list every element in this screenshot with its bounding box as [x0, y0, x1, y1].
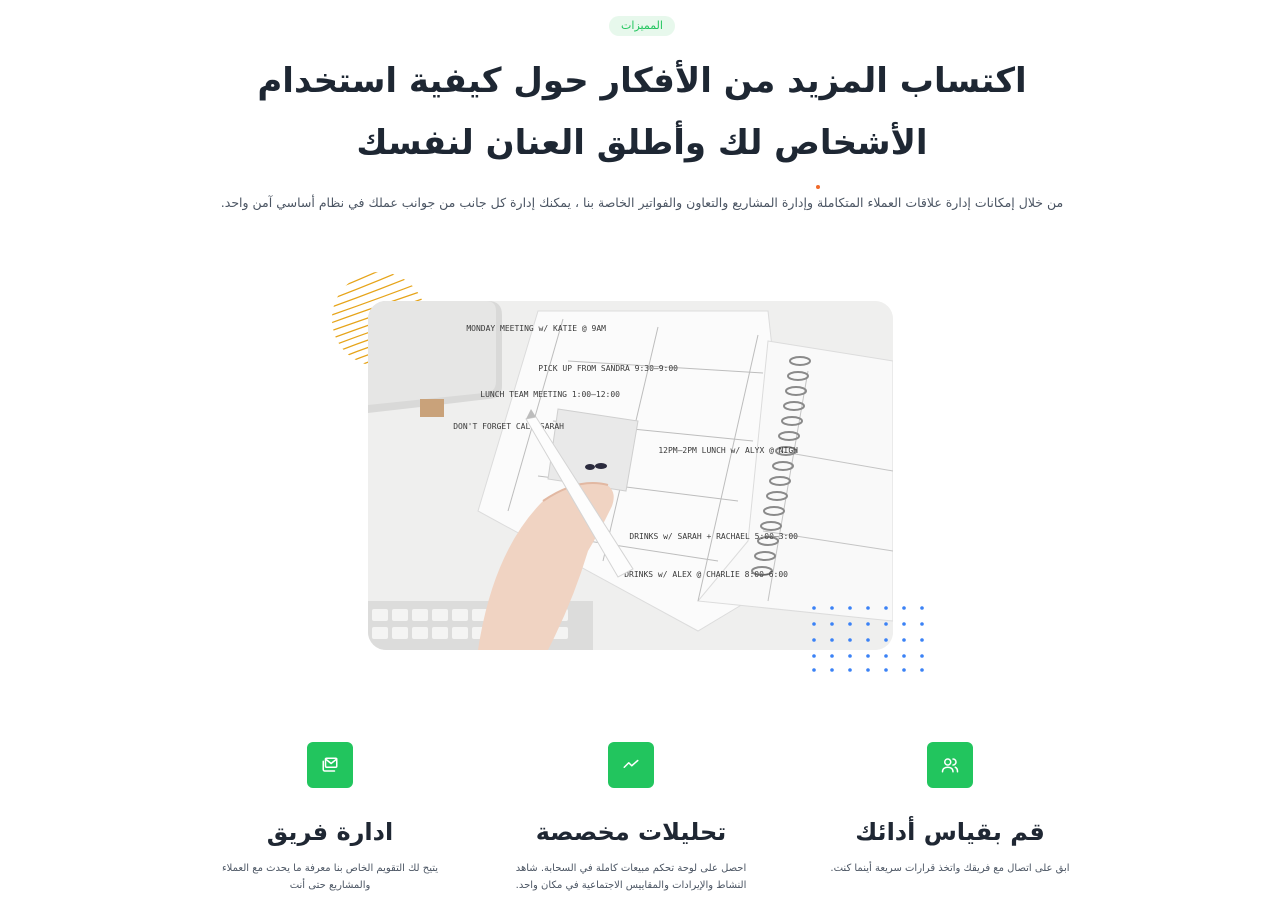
photo-note-monday: MONDAY MEETING w/ KATIE @ 9AM	[466, 324, 606, 333]
accent-dot	[816, 185, 820, 189]
feature-title: تحليلات مخصصة	[535, 818, 727, 846]
section-badge-wrap: المميزات	[0, 14, 1284, 36]
photo-note-lunch-alyx: 12PM–2PM LUNCH w/ ALYX @ NIGH	[658, 446, 798, 455]
mail-stack-icon	[307, 742, 353, 788]
feature-text: ابق على اتصال مع فريقك واتخذ قرارات سريع…	[830, 863, 1070, 874]
feature-title: ادارة فريق	[266, 818, 394, 846]
trend-line-icon	[608, 742, 654, 788]
features-row: قم بقياس أدائك ابق على اتصال مع فريقك وا…	[170, 742, 1114, 912]
feature-text: يتيح لك التقويم الخاص بنا معرفة ما يحدث …	[221, 863, 439, 891]
feature-card-analytics: تحليلات مخصصة احصل على لوحة تحكم مبيعات …	[481, 742, 781, 894]
feature-card-team: ادارة فريق يتيح لك التقويم الخاص بنا معر…	[180, 742, 480, 894]
users-icon	[927, 742, 973, 788]
photo-note-lunch: 12:00–1:00 LUNCH TEAM MEETING	[480, 390, 620, 399]
photo-note-drinks-alex: 6:00–8:00 DRINKS w/ ALEX @ CHARLIE	[624, 570, 788, 579]
photo-note-pickup: 9:00–9:30 PICK UP FROM SANDRA	[538, 364, 678, 373]
dot-grid-decoration	[812, 606, 924, 672]
planner-photo: MONDAY MEETING w/ KATIE @ 9AM 9:00–9:30 …	[368, 301, 893, 650]
section-subtitle: من خلال إمكانات إدارة علاقات العملاء الم…	[220, 195, 1064, 210]
photo-note-drinks-sarah: 3:00–5:00 DRINKS w/ SARAH + RACHAEL	[629, 532, 798, 541]
feature-title: قم بقياس أدائك	[855, 818, 1045, 846]
feature-card-performance: قم بقياس أدائك ابق على اتصال مع فريقك وا…	[800, 742, 1100, 877]
photo-note-sticky: DON'T FORGET CALL SARAH	[453, 422, 564, 431]
section-badge: المميزات	[609, 16, 675, 36]
section-title: اكتساب المزيد من الأفكار حول كيفية استخد…	[257, 61, 1027, 163]
feature-text: احصل على لوحة تحكم مبيعات كاملة في السحا…	[515, 863, 747, 891]
